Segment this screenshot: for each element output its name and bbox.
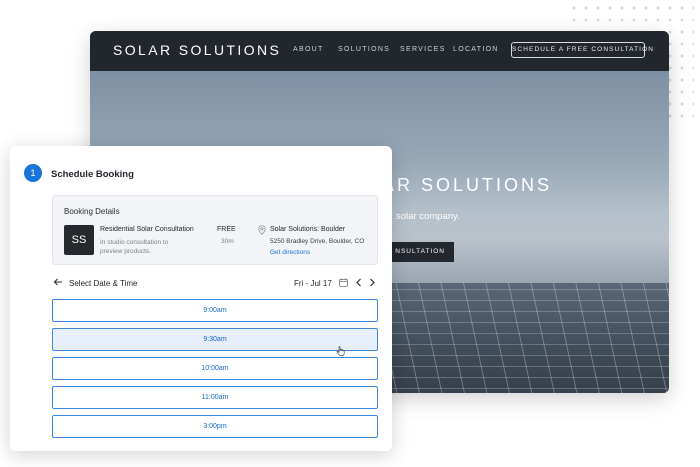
calendar-icon[interactable] xyxy=(339,278,348,287)
booking-card: 1 Schedule Booking Booking Details SS Re… xyxy=(10,146,392,451)
time-slot-1100am[interactable]: 11:00am xyxy=(52,386,378,409)
location-address: 5250 Bradley Drive, Boulder, CO xyxy=(270,238,365,245)
time-slot-900am[interactable]: 9:00am xyxy=(52,299,378,322)
details-heading: Booking Details xyxy=(64,207,120,216)
service-price: FREE xyxy=(217,226,236,233)
time-slot-1000am[interactable]: 10:00am xyxy=(52,357,378,380)
booking-details-panel: Booking Details SS Residential Solar Con… xyxy=(52,195,378,265)
back-arrow-icon[interactable] xyxy=(53,277,63,287)
location-name: Solar Solutions: Boulder xyxy=(270,226,346,233)
service-avatar: SS xyxy=(64,225,94,255)
time-slot-930am-selected[interactable]: 9:30am xyxy=(52,328,378,351)
selected-date: Fri - Jul 17 xyxy=(294,279,332,288)
hero-title: AR SOLUTIONS xyxy=(382,175,553,195)
get-directions-link[interactable]: Get directions xyxy=(270,249,310,256)
location-pin-icon xyxy=(258,225,266,235)
previous-day-chevron-icon[interactable] xyxy=(355,278,363,287)
select-date-time-label: Select Date & Time xyxy=(69,279,138,288)
stage: SOLAR SOLUTIONS ABOUT SOLUTIONS SERVICES… xyxy=(0,0,700,467)
hero-subtitle: solar company. xyxy=(396,211,460,222)
step-badge: 1 xyxy=(24,164,42,182)
hand-pointer-cursor-icon xyxy=(336,346,345,356)
site-logo[interactable]: SOLAR SOLUTIONS xyxy=(113,42,281,58)
nav-link-services[interactable]: SERVICES xyxy=(400,46,446,53)
service-duration: 30m xyxy=(221,238,234,245)
time-slot-300pm[interactable]: 3:00pm xyxy=(52,415,378,438)
booking-title: Schedule Booking xyxy=(51,169,134,180)
service-name: Residential Solar Consultation xyxy=(100,226,194,233)
service-description: In studio consultation to preview produc… xyxy=(100,239,169,255)
nav-link-solutions[interactable]: SOLUTIONS xyxy=(338,46,390,53)
site-navbar: SOLAR SOLUTIONS ABOUT SOLUTIONS SERVICES… xyxy=(90,31,669,71)
nav-link-location[interactable]: LOCATION xyxy=(453,46,499,53)
schedule-consultation-button[interactable]: SCHEDULE A FREE CONSULTATION xyxy=(511,42,653,58)
nav-link-about[interactable]: ABOUT xyxy=(293,46,324,53)
next-day-chevron-icon[interactable] xyxy=(368,278,376,287)
